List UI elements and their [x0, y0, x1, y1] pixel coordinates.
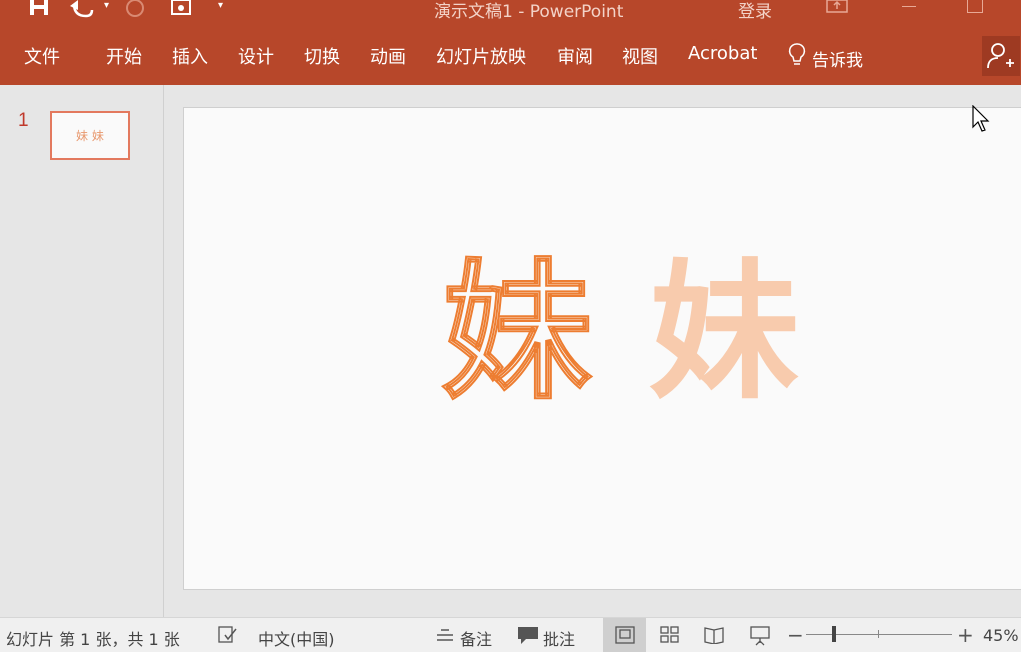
reading-view-icon[interactable] [704, 626, 724, 644]
undo-dropdown-icon[interactable]: ▾ [104, 0, 109, 11]
share-button[interactable] [982, 36, 1020, 76]
normal-view-button[interactable] [603, 618, 646, 652]
tab-acrobat[interactable]: Acrobat [688, 43, 757, 64]
tab-home[interactable]: 开始 [106, 43, 142, 69]
tab-review[interactable]: 审阅 [557, 43, 593, 69]
slide-number: 1 [18, 110, 29, 131]
save-icon[interactable] [28, 0, 50, 18]
tab-transitions[interactable]: 切换 [304, 43, 340, 69]
tell-me-box[interactable]: 告诉我 [812, 46, 863, 71]
comments-button[interactable]: 批注 [543, 626, 575, 650]
notes-button[interactable]: 备注 [460, 626, 492, 650]
login-link[interactable]: 登录 [738, 0, 772, 22]
undo-icon[interactable] [70, 0, 96, 20]
maximize-button[interactable] [967, 0, 983, 13]
spell-check-icon[interactable] [218, 626, 238, 644]
status-bar: 幻灯片 第 1 张，共 1 张 中文(中国) 备注 批注 − + 45% [0, 617, 1021, 652]
present-from-start-icon[interactable] [170, 0, 194, 20]
zoom-out-button[interactable]: − [787, 623, 804, 647]
zoom-slider-thumb[interactable] [832, 626, 836, 642]
zoom-slider-midmark [878, 630, 879, 638]
outlined-text[interactable]: 妹 [441, 257, 593, 409]
thumbnail-text: 妹 妹 [76, 129, 104, 143]
zoom-level[interactable]: 45% [983, 626, 1019, 645]
add-person-icon [987, 43, 1014, 69]
customize-toolbar-icon[interactable]: ▾ [218, 0, 223, 11]
tab-file[interactable]: 文件 [24, 43, 60, 69]
minimize-button[interactable] [902, 6, 916, 7]
normal-view-icon [615, 626, 635, 644]
mouse-cursor-icon [972, 105, 990, 132]
tab-animations[interactable]: 动画 [370, 43, 406, 69]
filled-text[interactable]: 妹 [649, 258, 799, 408]
slide-thumbnail[interactable]: 妹 妹 [50, 111, 130, 160]
ribbon-tabs: 文件 开始 插入 设计 切换 动画 幻灯片放映 审阅 视图 Acrobat 告诉… [0, 30, 1021, 85]
slide-sorter-icon[interactable] [660, 626, 680, 644]
slideshow-icon[interactable] [749, 626, 771, 646]
lightbulb-icon[interactable] [788, 43, 806, 67]
slide-canvas[interactable]: 妹 妹 [183, 107, 1021, 590]
title-bar: ▾ ▾ 演示文稿1 - PowerPoint 登录 [0, 0, 1021, 30]
tab-slideshow[interactable]: 幻灯片放映 [436, 43, 526, 69]
slide-count-status: 幻灯片 第 1 张，共 1 张 [6, 630, 180, 649]
ribbon-display-options-icon[interactable] [826, 0, 848, 14]
tab-design[interactable]: 设计 [238, 43, 274, 69]
redo-icon[interactable] [124, 0, 146, 20]
notes-icon [437, 629, 453, 641]
comment-icon [518, 627, 538, 644]
zoom-in-button[interactable]: + [957, 623, 974, 647]
window-title: 演示文稿1 - PowerPoint [434, 2, 624, 22]
slide-thumbnails-panel: 1 妹 妹 [0, 85, 164, 617]
tab-view[interactable]: 视图 [622, 43, 658, 69]
language-status[interactable]: 中文(中国) [258, 626, 335, 650]
zoom-slider[interactable] [806, 634, 952, 635]
tab-insert[interactable]: 插入 [172, 43, 208, 69]
